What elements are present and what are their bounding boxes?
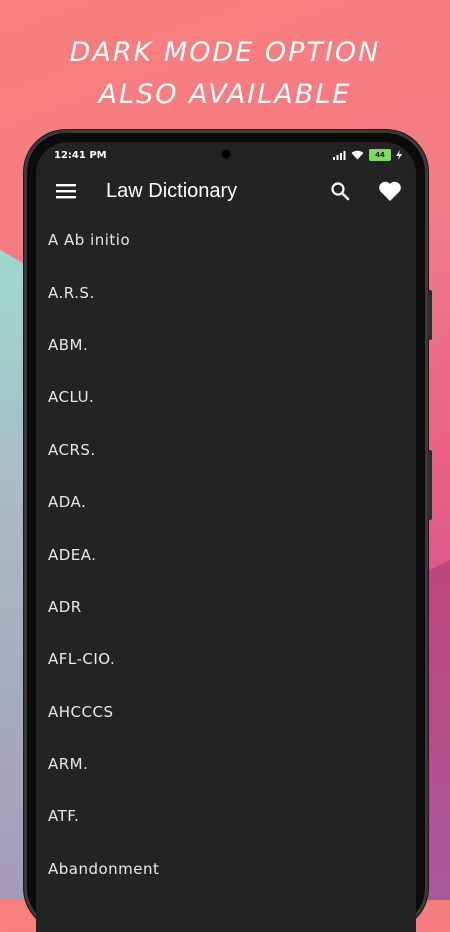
promo-line-2: ALSO AVAILABLE xyxy=(98,79,352,110)
search-icon[interactable] xyxy=(326,177,354,205)
status-time: 12:41 PM xyxy=(54,149,107,161)
list-item[interactable]: ATF. xyxy=(36,790,416,842)
promo-headline: DARK MODE OPTION ALSO AVAILABLE xyxy=(0,32,450,116)
list-item[interactable]: Abandonment xyxy=(36,843,416,895)
list-item[interactable]: AFL-CIO. xyxy=(36,633,416,685)
list-item[interactable]: ABM. xyxy=(36,319,416,371)
term-label: A Ab initio xyxy=(48,231,131,250)
app-title: Law Dictionary xyxy=(106,179,238,202)
list-item[interactable]: ARM. xyxy=(36,738,416,790)
term-label: ACLU. xyxy=(48,388,95,407)
status-bar: 12:41 PM 44 xyxy=(36,142,416,168)
term-label: ARM. xyxy=(48,755,89,774)
list-item[interactable]: ACLU. xyxy=(36,371,416,423)
term-label: ABM. xyxy=(48,335,89,354)
front-camera xyxy=(222,150,230,158)
app-screen: 12:41 PM 44 Law Dictionary A Ab initio A… xyxy=(36,142,416,932)
list-item[interactable]: AHCCCS xyxy=(36,686,416,738)
list-item[interactable]: A.R.S. xyxy=(36,266,416,318)
menu-icon[interactable] xyxy=(52,177,80,205)
term-label: ADA. xyxy=(48,493,87,512)
wifi-icon xyxy=(351,150,364,160)
status-icons: 44 xyxy=(333,149,402,161)
list-item[interactable]: ADA. xyxy=(36,476,416,528)
power-button xyxy=(428,450,432,520)
heart-icon[interactable] xyxy=(376,177,404,205)
list-item[interactable]: ACRS. xyxy=(36,424,416,476)
charging-bolt-icon xyxy=(396,150,402,160)
term-label: AFL-CIO. xyxy=(48,650,116,669)
volume-button xyxy=(428,290,432,340)
terms-list: A Ab initio A.R.S. ABM. ACLU. ACRS. ADA.… xyxy=(36,214,416,895)
term-label: Abandonment xyxy=(48,859,160,878)
list-item[interactable]: ADEA. xyxy=(36,528,416,580)
list-item[interactable]: ADR xyxy=(36,581,416,633)
term-label: ADEA. xyxy=(48,545,97,564)
phone-frame: 12:41 PM 44 Law Dictionary A Ab initio A… xyxy=(24,130,432,932)
term-label: ACRS. xyxy=(48,440,96,459)
term-label: AHCCCS xyxy=(48,702,114,721)
app-toolbar: Law Dictionary xyxy=(36,168,416,214)
promo-line-1: DARK MODE OPTION xyxy=(69,37,381,68)
signal-icon xyxy=(333,150,346,160)
battery-icon: 44 xyxy=(369,149,391,161)
term-label: A.R.S. xyxy=(48,283,95,302)
list-item[interactable]: A Ab initio xyxy=(36,214,416,266)
term-label: ADR xyxy=(48,597,82,616)
term-label: ATF. xyxy=(48,807,80,826)
